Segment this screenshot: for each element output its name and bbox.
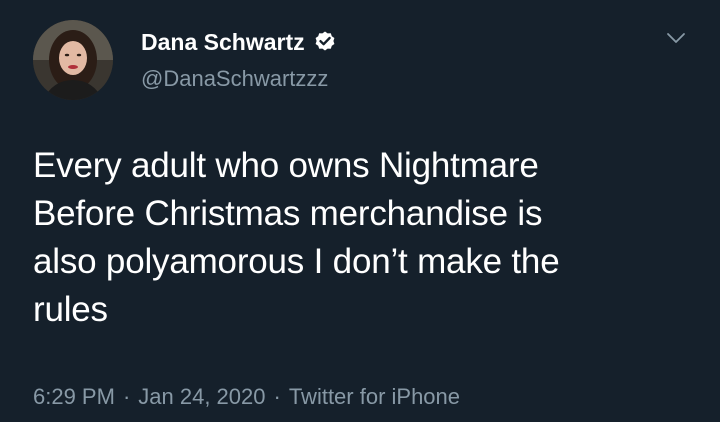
meta-separator: · — [273, 384, 281, 409]
tweet-text-line: Every adult who owns Nightmare — [33, 146, 539, 185]
display-name[interactable]: Dana Schwartz — [141, 29, 305, 56]
tweet-text: Every adult who owns Nightmare Before Ch… — [33, 142, 693, 334]
tweet-date[interactable]: Jan 24, 2020 — [138, 384, 265, 410]
tweet-source[interactable]: Twitter for iPhone — [289, 384, 460, 410]
tweet-text-line: Before Christmas merchandise is — [33, 194, 543, 233]
name-row: Dana Schwartz — [141, 27, 337, 57]
tweet-text-line: rules — [33, 290, 108, 329]
avatar-image — [33, 20, 113, 100]
tweet-text-line: also polyamorous I don’t make the — [33, 242, 560, 281]
tweet-card: Dana Schwartz @DanaSchwartzzz Every adul… — [0, 0, 720, 422]
chevron-down-icon[interactable] — [664, 28, 688, 48]
verified-badge-icon — [313, 30, 337, 54]
avatar[interactable] — [33, 20, 113, 100]
user-handle[interactable]: @DanaSchwartzzz — [141, 66, 328, 92]
tweet-metadata: 6:29 PM · Jan 24, 2020 · Twitter for iPh… — [33, 384, 460, 410]
meta-separator: · — [122, 384, 131, 409]
tweet-time[interactable]: 6:29 PM — [33, 384, 115, 410]
